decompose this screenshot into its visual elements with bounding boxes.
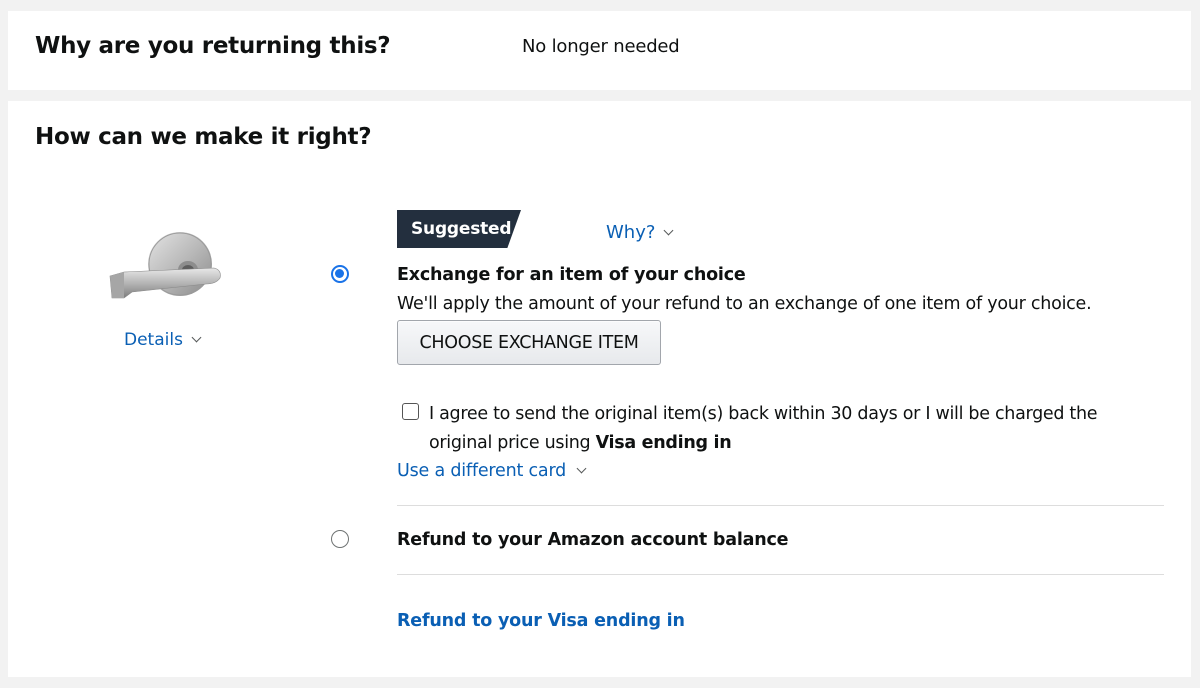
agree-return-text-main: I agree to send the original item(s) bac…: [429, 404, 1098, 453]
exchange-option-radio[interactable]: [331, 265, 349, 283]
chevron-down-icon: [191, 332, 202, 343]
agree-return-checkbox[interactable]: [402, 403, 419, 420]
option-divider: [397, 574, 1164, 575]
account-balance-option-radio[interactable]: [331, 530, 349, 548]
agree-return-card-text: Visa ending in: [595, 433, 732, 453]
suggested-badge: Suggested: [397, 210, 521, 248]
product-details-toggle[interactable]: Details: [124, 330, 202, 350]
details-label: Details: [124, 330, 183, 350]
option-divider: [397, 505, 1164, 506]
why-suggested-toggle[interactable]: Why?: [606, 222, 674, 243]
return-reason-value: No longer needed: [522, 36, 680, 57]
refund-to-visa-link[interactable]: Refund to your Visa ending in: [397, 611, 685, 631]
use-different-card-toggle[interactable]: Use a different card: [397, 461, 587, 481]
account-balance-option-title: Refund to your Amazon account balance: [397, 530, 789, 550]
exchange-option-description: We'll apply the amount of your refund to…: [397, 294, 1092, 314]
door-lever-handle-image: [109, 232, 221, 299]
resolution-heading: How can we make it right?: [35, 124, 372, 150]
chevron-down-icon: [576, 463, 587, 474]
resolution-panel: How can we make it right? Details Sugges…: [8, 101, 1191, 677]
agree-return-text: I agree to send the original item(s) bac…: [429, 400, 1149, 458]
why-label: Why?: [606, 222, 656, 243]
return-reason-heading: Why are you returning this?: [35, 33, 391, 59]
choose-exchange-item-button[interactable]: CHOOSE EXCHANGE ITEM: [397, 320, 661, 365]
use-different-card-label: Use a different card: [397, 461, 567, 481]
exchange-option-title: Exchange for an item of your choice: [397, 265, 746, 285]
chevron-down-icon: [663, 225, 674, 235]
return-reason-panel: Why are you returning this? No longer ne…: [8, 11, 1191, 90]
